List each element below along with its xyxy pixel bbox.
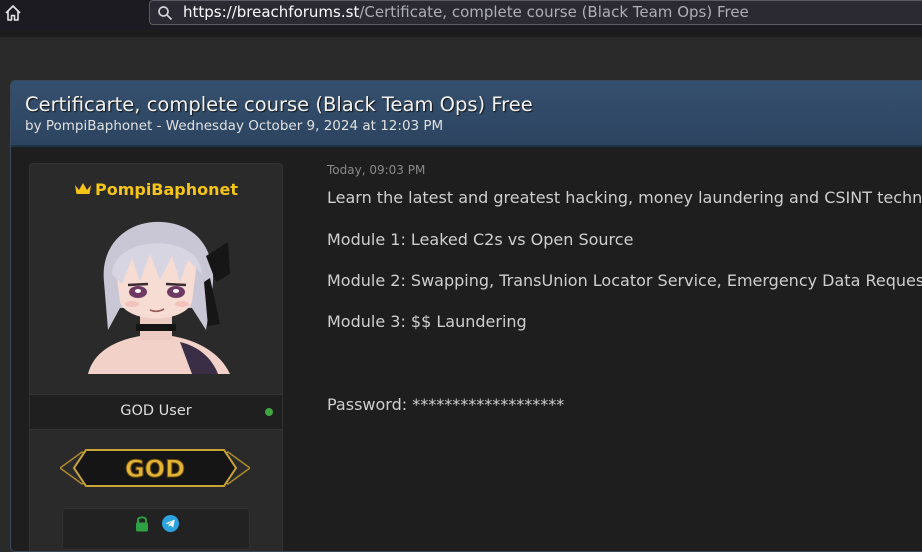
toolbar-divider [0,30,922,37]
post-line: Learn the latest and greatest hacking, m… [327,188,922,207]
home-icon[interactable] [2,2,24,24]
post-line: Module 1: Leaked C2s vs Open Source [327,230,634,249]
online-status-dot [265,408,273,416]
lock-icon[interactable] [134,515,150,532]
post-password-line: Password: ******************* [327,395,565,414]
browser-toolbar: https://breachforums.st/Certificate, com… [0,0,922,30]
post-line: Module 2: Swapping, TransUnion Locator S… [327,271,922,290]
url-path: /Certificate, complete course (Black Tea… [359,3,749,21]
url-host: https://breachforums.st [183,3,360,21]
thread-container: Certificarte, complete course (Black Tea… [10,80,922,552]
thread-meta: by PompiBaphonet - Wednesday October 9, … [25,118,444,134]
god-badge-text: GOD [125,455,185,483]
post-date: Today, 09:03 PM [327,163,426,177]
author-username[interactable]: PompiBaphonet [95,180,238,199]
avatar[interactable] [80,212,232,374]
author-card: PompiBaphonet GOD User GOD [29,163,283,551]
address-bar[interactable]: https://breachforums.st/Certificate, com… [149,0,922,25]
rank-bar: GOD User [30,394,282,430]
contact-bar [62,508,250,550]
url-text: https://breachforums.st/Certificate, com… [183,3,749,21]
thread-header: Certificarte, complete course (Black Tea… [11,81,922,147]
search-icon [158,6,173,21]
telegram-icon[interactable] [162,515,179,532]
post-line: Module 3: $$ Laundering [327,312,527,331]
thread-title: Certificarte, complete course (Black Tea… [25,93,533,116]
user-rank: GOD User [120,403,192,419]
author-username-row[interactable]: PompiBaphonet [30,180,282,199]
god-badge: GOD [60,449,250,487]
crown-icon [74,183,91,194]
